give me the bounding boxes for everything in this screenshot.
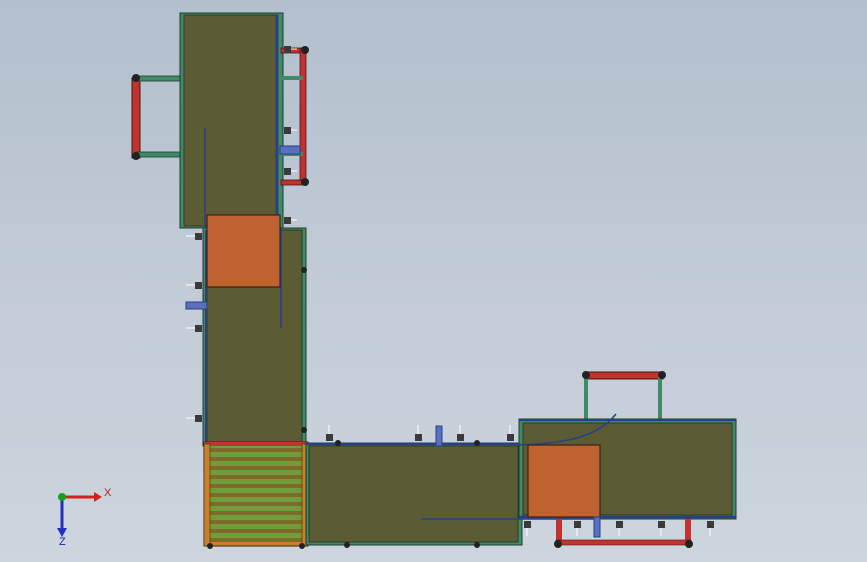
cad-viewport[interactable]: X Z (0, 0, 867, 562)
caster-wheel-icon (207, 543, 213, 549)
caster-wheel-icon (301, 267, 307, 273)
middle-conveyor-feet (186, 233, 202, 422)
conveyor-bottom-horizontal[interactable] (305, 425, 523, 548)
caster-wheel-icon (335, 440, 341, 446)
axis-x-label: X (104, 487, 112, 499)
right-handle-frame[interactable] (279, 46, 309, 186)
conveyor-assembly-drawing[interactable]: X Z (0, 0, 867, 562)
caster-wheel-icon (474, 440, 480, 446)
caster-wheel-icon (658, 371, 666, 379)
caster-wheel-icon (301, 427, 307, 433)
caster-wheel-icon (344, 542, 350, 548)
roller-corner-section[interactable] (203, 441, 309, 549)
caster-wheel-icon (132, 74, 140, 82)
caster-wheel-icon (554, 540, 562, 548)
axis-z-label: Z (59, 536, 66, 548)
bottom-conveyor-feet (326, 425, 514, 441)
caster-wheel-icon (685, 540, 693, 548)
caster-wheel-icon (301, 46, 309, 54)
caster-wheel-icon (132, 152, 140, 160)
coordinate-triad-icon: X Z (57, 487, 112, 548)
transfer-pad-right[interactable] (527, 444, 601, 518)
transfer-pad-vertical[interactable] (206, 214, 281, 288)
right-top-handle-frame[interactable] (582, 371, 666, 420)
caster-wheel-icon (582, 371, 590, 379)
left-handle-frame[interactable] (131, 74, 185, 160)
caster-wheel-icon (301, 178, 309, 186)
caster-wheel-icon (474, 542, 480, 548)
caster-wheel-icon (299, 543, 305, 549)
top-conveyor-feet (284, 46, 297, 224)
